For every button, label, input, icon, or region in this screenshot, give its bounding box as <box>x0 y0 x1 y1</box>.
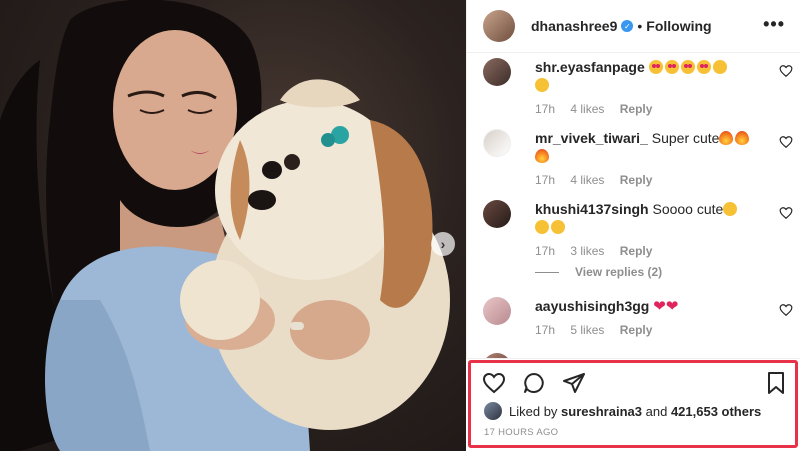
commenter-avatar[interactable] <box>483 129 511 157</box>
commenter-avatar[interactable] <box>483 297 511 325</box>
reply-button[interactable]: Reply <box>620 173 653 187</box>
commenter-avatar[interactable] <box>483 58 511 86</box>
comment-body: aayushisingh3gg ❤❤ <box>535 297 761 316</box>
post-actions-section: Liked by sureshraina3 and 421,653 others… <box>466 358 800 451</box>
comment-likes[interactable]: 4 likes <box>570 173 604 187</box>
fire-emoji-icon <box>735 131 750 145</box>
comment-meta: 17h 5 likes Reply <box>535 323 664 337</box>
commenter-avatar[interactable] <box>483 200 511 228</box>
view-replies-divider <box>535 271 559 273</box>
fire-emoji-icon <box>535 149 549 163</box>
carousel-next-button[interactable]: › <box>431 232 455 256</box>
comment-like-heart-icon[interactable] <box>779 303 793 317</box>
likes-prefix: Liked by <box>509 403 558 419</box>
paper-plane-icon[interactable] <box>562 371 586 395</box>
comment-time: 17h <box>535 173 556 187</box>
comment-meta: 17h 4 likes Reply <box>535 173 664 187</box>
verified-badge-icon: ✓ <box>621 20 634 32</box>
photo-illustration <box>0 0 450 451</box>
heart-eyes-emoji-icon <box>648 60 663 74</box>
comment-username[interactable]: aayushisingh3gg <box>535 298 649 314</box>
reply-button[interactable]: Reply <box>620 244 653 258</box>
comment-text: Super cute <box>651 130 720 146</box>
post-header: dhanashree9 ✓ • Following ••• <box>467 0 800 53</box>
comment-likes[interactable]: 3 likes <box>570 244 604 258</box>
more-options-icon[interactable]: ••• <box>763 14 785 35</box>
comment-username[interactable]: khushi4137singh <box>535 201 649 217</box>
bookmark-icon[interactable] <box>764 371 788 395</box>
comment-like-heart-icon[interactable] <box>779 64 793 78</box>
likes-count[interactable]: 421,653 others <box>671 404 761 419</box>
heart-eyes-emoji-icon <box>680 60 695 74</box>
fire-emoji-icon <box>719 131 734 145</box>
comment-username[interactable]: mr_vivek_tiwari_ <box>535 130 648 146</box>
laughing-emoji-icon <box>712 60 727 74</box>
comment-time: 17h <box>535 244 556 258</box>
comment-body: shr.eyasfanpage <box>535 58 761 94</box>
post-timestamp[interactable]: 17 HOURS AGO <box>484 427 558 438</box>
comment-text: Soooo cute <box>652 201 724 217</box>
reply-button[interactable]: Reply <box>620 102 653 116</box>
author-avatar[interactable] <box>483 10 515 42</box>
likes-joiner: and <box>645 403 668 419</box>
comment-time: 17h <box>535 102 556 116</box>
author-username[interactable]: dhanashree9 <box>531 18 617 34</box>
comment-bubble-icon[interactable] <box>522 371 546 395</box>
reply-button[interactable]: Reply <box>620 323 653 337</box>
red-heart-emoji-icon: ❤ <box>665 298 679 315</box>
comment-like-heart-icon[interactable] <box>779 206 793 220</box>
comment-meta: 17h 4 likes Reply <box>535 102 664 116</box>
comment-body: khushi4137singh Soooo cute <box>535 200 761 236</box>
yum-emoji-icon <box>723 202 738 216</box>
comment-time: 17h <box>535 323 556 337</box>
comments-list[interactable]: shr.eyasfanpage 17h 4 likes Reply mr_viv… <box>467 53 800 358</box>
comment-meta: 17h 3 likes Reply <box>535 244 664 258</box>
comment-body: mr_vivek_tiwari_ Super cute <box>535 129 761 165</box>
yum-emoji-icon <box>551 220 565 234</box>
red-heart-emoji-icon: ❤ <box>653 298 666 315</box>
view-replies-label: View replies (2) <box>575 265 663 279</box>
liker-username[interactable]: sureshraina3 <box>561 404 642 419</box>
following-button[interactable]: Following <box>646 18 711 34</box>
comment-likes[interactable]: 5 likes <box>570 323 604 337</box>
header-separator: • <box>637 18 643 34</box>
heart-eyes-emoji-icon <box>696 60 711 74</box>
comment-username[interactable]: shr.eyasfanpage <box>535 59 645 75</box>
post-photo[interactable]: › <box>0 0 466 451</box>
view-replies-button[interactable]: View replies (2) <box>535 265 662 279</box>
heart-outline-icon[interactable] <box>482 371 506 395</box>
comment-likes[interactable]: 4 likes <box>570 102 604 116</box>
likes-summary[interactable]: Liked by sureshraina3 and 421,653 others <box>484 402 761 420</box>
laughing-emoji-icon <box>535 78 549 92</box>
comment-like-heart-icon[interactable] <box>779 135 793 149</box>
action-icons-row <box>482 371 788 397</box>
liker-avatar[interactable] <box>484 402 502 420</box>
heart-eyes-emoji-icon <box>664 60 679 74</box>
yum-emoji-icon <box>535 220 549 234</box>
